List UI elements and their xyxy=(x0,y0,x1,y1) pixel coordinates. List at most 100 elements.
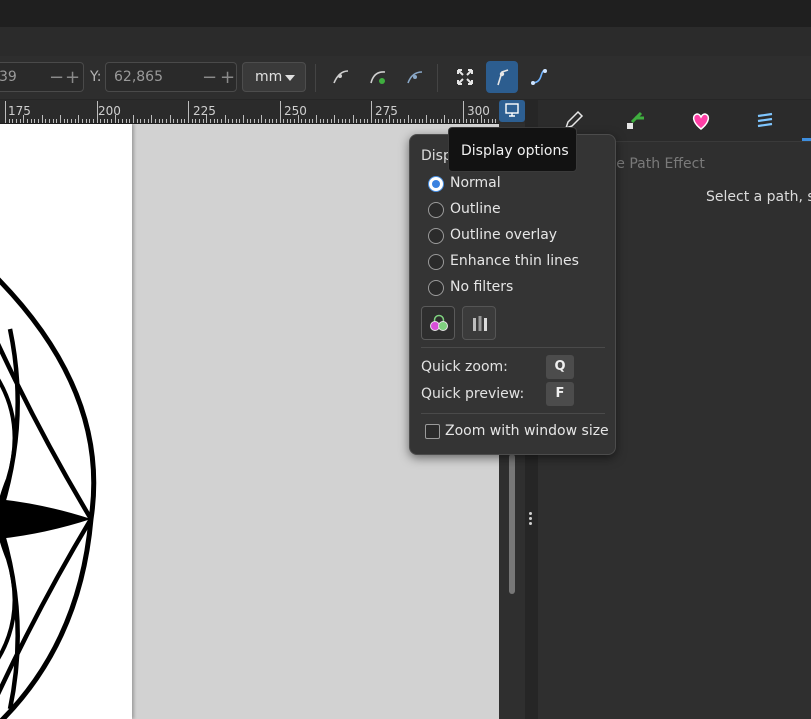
show-handles-button[interactable] xyxy=(486,61,518,93)
ruler-tick xyxy=(78,115,79,123)
next-path-effect-button[interactable] xyxy=(399,61,431,93)
display-options-button[interactable] xyxy=(499,100,525,122)
ruler-tick xyxy=(192,119,193,123)
y-coordinate-field[interactable]: 62,865 − + xyxy=(105,62,237,92)
ruler-tick xyxy=(67,119,68,123)
ruler-tick xyxy=(56,119,57,123)
command-bar xyxy=(0,27,811,56)
radio-button[interactable] xyxy=(428,280,444,296)
zoom-with-window-size-checkbox[interactable] xyxy=(425,424,440,439)
ruler-tick xyxy=(118,119,119,123)
ruler-tick xyxy=(206,115,207,123)
ruler-tick xyxy=(356,119,357,123)
ruler-tick xyxy=(166,119,167,123)
radio-label: Normal xyxy=(450,175,501,191)
quick-preview-label: Quick preview: xyxy=(421,386,525,402)
ruler-tick xyxy=(280,101,281,123)
popover-divider xyxy=(421,347,605,348)
ruler-tick xyxy=(269,119,270,123)
ruler-tick xyxy=(250,119,251,123)
ruler-tick xyxy=(137,119,138,123)
x-decrement-button[interactable]: − xyxy=(49,67,64,88)
ruler-tick xyxy=(34,119,35,123)
ruler-tick xyxy=(217,119,218,123)
quick-preview-key: F xyxy=(546,382,574,406)
ruler-tick xyxy=(305,119,306,123)
ruler-tick xyxy=(144,119,145,123)
ruler-tick xyxy=(312,119,313,123)
y-decrement-button[interactable]: − xyxy=(202,67,217,88)
color-mode-button[interactable] xyxy=(421,306,455,340)
tab-symbols[interactable] xyxy=(688,108,714,134)
zoom-with-window-size-label: Zoom with window size xyxy=(445,423,609,439)
show-path-outline-button[interactable] xyxy=(523,61,555,93)
ruler-tick xyxy=(122,119,123,123)
ruler-tick xyxy=(151,115,152,123)
ruler-tick xyxy=(31,119,32,123)
ruler-tick xyxy=(481,115,482,123)
show-bounding-box-button[interactable] xyxy=(449,61,481,93)
ruler-tick xyxy=(349,119,350,123)
ruler-tick xyxy=(477,119,478,123)
ruler-tick xyxy=(375,119,376,123)
ruler-tick xyxy=(484,119,485,123)
ruler-tick xyxy=(411,119,412,123)
radio-label: No filters xyxy=(450,279,514,295)
tab-xml-editor[interactable] xyxy=(623,108,649,134)
radio-button[interactable] xyxy=(428,228,444,244)
nodes-tree-icon xyxy=(627,111,644,129)
node-handle-icon xyxy=(497,69,509,86)
x-value: 39 xyxy=(0,69,17,85)
ruler-tick xyxy=(159,119,160,123)
ruler-tick xyxy=(173,119,174,123)
ruler-label: 200 xyxy=(98,104,121,118)
radio-button[interactable] xyxy=(428,176,444,192)
drawing-artwork xyxy=(0,277,97,719)
x-increment-button[interactable]: + xyxy=(65,67,80,88)
ruler-tick xyxy=(404,119,405,123)
ruler-tick xyxy=(261,115,262,123)
ruler-tick xyxy=(49,119,50,123)
ruler-tick xyxy=(470,119,471,123)
show-transform-handles-button[interactable] xyxy=(325,61,357,93)
ruler-tick xyxy=(9,119,10,123)
ruler-tick xyxy=(488,119,489,123)
ruler-tick xyxy=(371,101,372,123)
radio-button[interactable] xyxy=(428,202,444,218)
ruler-tick xyxy=(82,119,83,123)
path-effects-hint: Select a path, sh xyxy=(706,189,811,205)
ruler-tick xyxy=(60,115,61,123)
ruler-tick xyxy=(64,119,65,123)
grayscale-mode-button[interactable] xyxy=(462,306,496,340)
ruler-tick xyxy=(199,119,200,123)
toolbar-divider xyxy=(437,64,438,92)
show-outline-button[interactable] xyxy=(362,61,394,93)
chevron-down-icon xyxy=(285,75,295,81)
ruler-tick xyxy=(104,119,105,123)
scrollbar-thumb[interactable] xyxy=(509,454,515,594)
ruler-tick xyxy=(309,119,310,123)
ruler-tick xyxy=(254,119,255,123)
node-curve-icon xyxy=(333,70,349,84)
radio-button[interactable] xyxy=(428,254,444,270)
tab-layers[interactable] xyxy=(752,108,778,134)
ruler-tick xyxy=(283,119,284,123)
ruler-tick xyxy=(20,119,21,123)
y-increment-button[interactable]: + xyxy=(220,67,235,88)
ruler-tick xyxy=(236,119,237,123)
ruler-tick xyxy=(459,119,460,123)
ruler-tick xyxy=(422,119,423,123)
ruler-tick xyxy=(265,119,266,123)
ruler-tick xyxy=(294,119,295,123)
unit-select[interactable]: mm xyxy=(242,62,306,92)
x-coordinate-field[interactable]: 39 − + xyxy=(0,62,84,92)
ruler-tick xyxy=(258,119,259,123)
ruler-tick xyxy=(214,119,215,123)
ruler-tick xyxy=(107,119,108,123)
ruler-tick xyxy=(93,119,94,123)
drag-handle-icon[interactable] xyxy=(529,512,533,528)
ruler-tick xyxy=(415,119,416,123)
ruler-tick xyxy=(38,119,39,123)
active-tab-indicator xyxy=(802,138,811,141)
ruler-tick xyxy=(397,119,398,123)
